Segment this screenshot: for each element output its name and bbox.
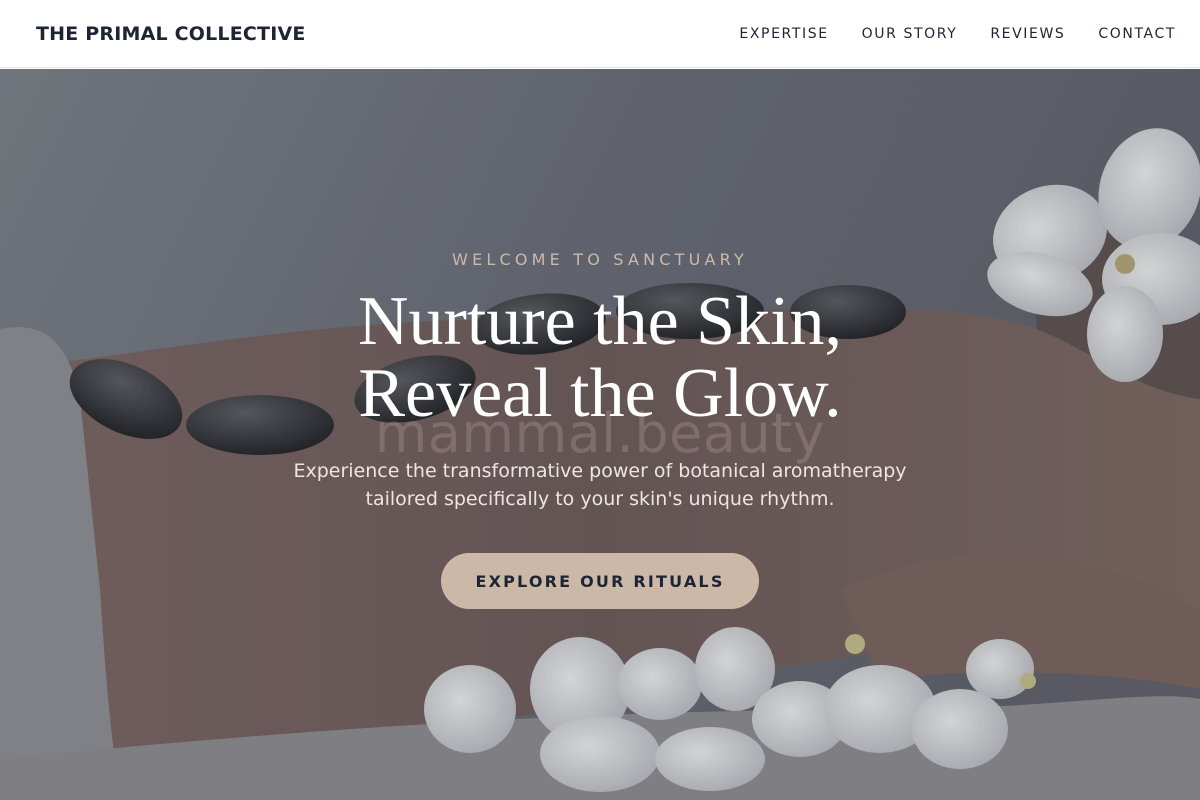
brand-logo[interactable]: THE PRIMAL COLLECTIVE <box>36 23 306 45</box>
main-nav: EXPERTISE OUR STORY REVIEWS CONTACT <box>739 26 1176 42</box>
hero-headline: Nurture the Skin, Reveal the Glow. <box>0 286 1200 430</box>
explore-rituals-button[interactable]: EXPLORE OUR RITUALS <box>441 553 759 609</box>
hero-eyebrow: WELCOME TO SANCTUARY <box>452 250 748 269</box>
nav-link-contact[interactable]: CONTACT <box>1098 26 1176 42</box>
nav-link-our-story[interactable]: OUR STORY <box>862 26 958 42</box>
hero-content: WELCOME TO SANCTUARY mammal.beauty Nurtu… <box>0 69 1200 800</box>
hero-section: WELCOME TO SANCTUARY mammal.beauty Nurtu… <box>0 69 1200 800</box>
headline-line-2: Reveal the Glow. <box>358 355 842 432</box>
site-header: THE PRIMAL COLLECTIVE EXPERTISE OUR STOR… <box>0 0 1200 68</box>
nav-link-expertise[interactable]: EXPERTISE <box>739 26 828 42</box>
headline-line-1: Nurture the Skin, <box>357 283 843 360</box>
hero-subhead: Experience the transformative power of b… <box>0 457 1200 513</box>
subhead-line-1: Experience the transformative power of b… <box>293 460 907 482</box>
nav-link-reviews[interactable]: REVIEWS <box>990 26 1065 42</box>
subhead-line-2: tailored specifically to your skin's uni… <box>365 488 835 510</box>
